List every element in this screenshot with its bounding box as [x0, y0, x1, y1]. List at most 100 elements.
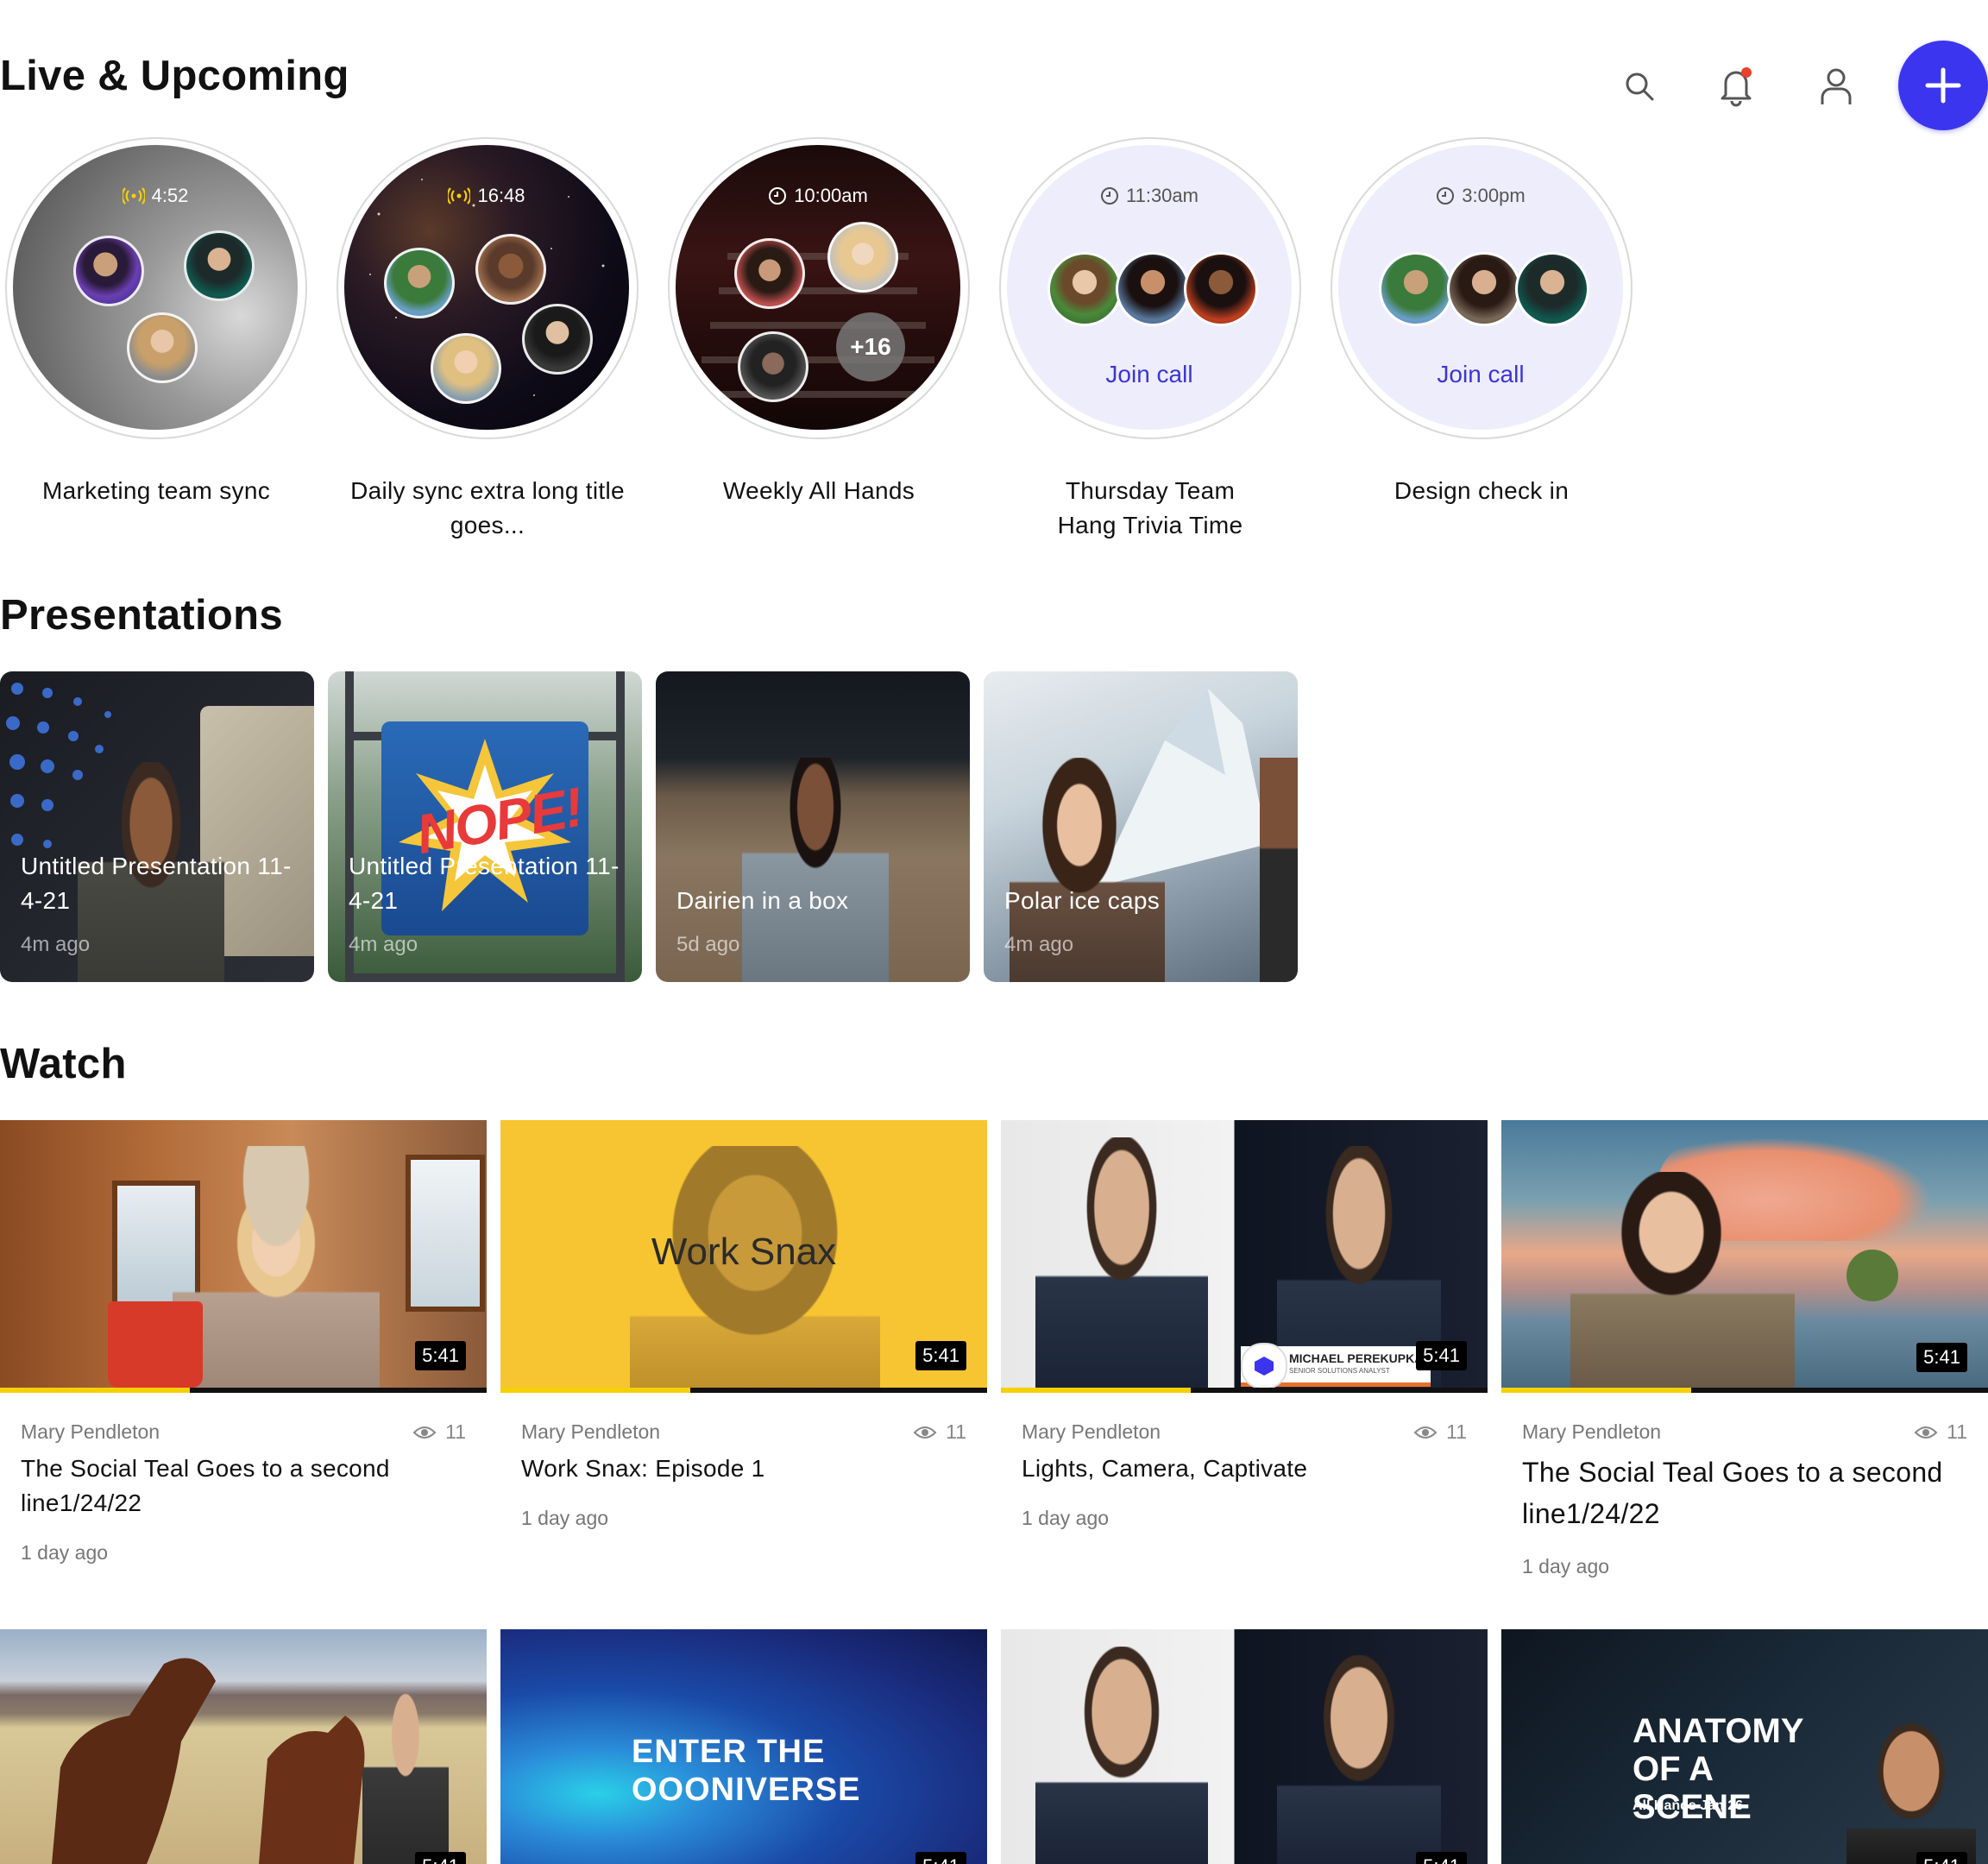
- window-graphic: [406, 1155, 485, 1312]
- participant-avatar: [73, 236, 144, 306]
- call-start-time: 3:00pm: [1462, 185, 1526, 206]
- banner-text: ENTER THE OOONIVERSE: [632, 1734, 861, 1808]
- video-title[interactable]: Work Snax: Episode 1: [521, 1452, 970, 1486]
- video-card[interactable]: Work Snax 5:41 Mary Pendleton 11 Work Sn…: [500, 1120, 987, 1534]
- presenter-photo: [1260, 758, 1298, 982]
- video-author: Mary Pendleton: [1022, 1420, 1161, 1443]
- presentation-time: 4m ago: [21, 933, 91, 956]
- view-count: 11: [1446, 1420, 1467, 1443]
- section-title-live: Live & Upcoming: [0, 53, 349, 99]
- participant-avatar: [734, 238, 805, 309]
- call-start-time: 10:00am: [794, 185, 868, 206]
- call-thumbnail: 4:52: [13, 145, 298, 430]
- notifications-button[interactable]: [1712, 62, 1760, 110]
- video-thumbnail[interactable]: ENTER THE OOONIVERSE 5:41: [500, 1629, 987, 1864]
- video-thumbnail[interactable]: 5:41: [0, 1629, 487, 1864]
- presentation-card[interactable]: Polar ice caps 4m ago: [984, 671, 1298, 982]
- section-title-presentations: Presentations: [0, 592, 283, 639]
- participant-avatar: [827, 222, 898, 293]
- participant-avatar: [1447, 252, 1521, 326]
- presentation-card[interactable]: NOPE! Untitled Presentation 11-4-21 4m a…: [328, 671, 642, 982]
- video-duration: 5:41: [415, 1341, 466, 1370]
- call-label: Weekly All Hands: [722, 477, 915, 504]
- video-title[interactable]: The Social Teal Goes to a second line1/2…: [21, 1452, 469, 1521]
- call-timer: 16:48: [477, 185, 525, 206]
- video-author: Mary Pendleton: [21, 1420, 160, 1443]
- participant-avatar: [431, 333, 501, 404]
- presenter-photo: [362, 1690, 449, 1864]
- more-participants-badge: +16: [836, 312, 905, 381]
- live-signal-icon: [448, 187, 471, 205]
- presenter-photo: [173, 1146, 380, 1388]
- join-call-button[interactable]: Join call: [1007, 361, 1292, 388]
- video-duration: 5:41: [1416, 1341, 1467, 1370]
- participant-avatar: [738, 331, 808, 402]
- logo-icon: [1241, 1343, 1287, 1388]
- work-snax-text: Work Snax: [651, 1231, 837, 1273]
- video-card[interactable]: 5:41 Mary Pendleton 11 The Social Teal G…: [0, 1120, 487, 1569]
- video-card[interactable]: 5:41: [0, 1629, 487, 1864]
- video-thumbnail[interactable]: 5:41: [0, 1120, 487, 1388]
- presentation-card[interactable]: Dairien in a box 5d ago: [656, 671, 970, 982]
- video-author: Mary Pendleton: [1522, 1420, 1662, 1443]
- video-title[interactable]: The Social Teal Goes to a second line1/2…: [1522, 1452, 1971, 1534]
- clock-icon: [1437, 187, 1455, 205]
- call-label: Daily sync extra long title goes...: [350, 477, 625, 538]
- presentation-title: Untitled Presentation 11-4-21: [21, 853, 292, 914]
- call-label: Marketing team sync: [41, 477, 271, 504]
- progress-fill: [1501, 1388, 1691, 1393]
- search-button[interactable]: [1615, 62, 1664, 110]
- video-duration: 5:41: [415, 1852, 466, 1864]
- video-thumbnail[interactable]: ANATOMY OF A SCENE All Hands Jan 26 5:41: [1501, 1629, 1988, 1864]
- join-call-button[interactable]: Join call: [1338, 361, 1623, 388]
- eye-icon: [913, 1426, 937, 1439]
- eye-icon: [1914, 1426, 1938, 1439]
- video-card[interactable]: 5:41: [1001, 1629, 1488, 1864]
- participant-avatar: [1047, 252, 1122, 326]
- bell-icon: [1721, 67, 1752, 107]
- video-card[interactable]: ANATOMY OF A SCENE All Hands Jan 26 5:41: [1501, 1629, 1988, 1864]
- video-title[interactable]: Lights, Camera, Captivate: [1022, 1452, 1470, 1486]
- view-count: 11: [1947, 1420, 1967, 1443]
- call-thumbnail: 16:48: [344, 145, 629, 430]
- presentation-title: Dairien in a box: [676, 887, 849, 914]
- call-label: Thursday Team Hang Trivia Time: [1057, 477, 1243, 538]
- live-signal-icon: [122, 187, 145, 205]
- banner-subtext: All Hands Jan 26: [1633, 1798, 1744, 1813]
- lower-third-role: SENIOR SOLUTIONS ANALYST: [1289, 1367, 1390, 1375]
- progress-fill: [0, 1388, 190, 1393]
- video-thumbnail[interactable]: MICHAEL PEREKUPKA SENIOR SOLUTIONS ANALY…: [1001, 1120, 1488, 1388]
- participant-avatar: [1515, 252, 1589, 326]
- video-card[interactable]: 5:41 Mary Pendleton 11 The Social Teal G…: [1501, 1120, 1988, 1586]
- presentation-card[interactable]: Untitled Presentation 11-4-21 4m ago: [0, 671, 314, 982]
- presentation-time: 4m ago: [349, 933, 418, 956]
- video-duration: 5:41: [915, 1852, 966, 1864]
- view-count: 11: [946, 1420, 966, 1443]
- tree-graphic: [1846, 1250, 1898, 1301]
- presentation-time: 4m ago: [1004, 933, 1074, 956]
- profile-button[interactable]: [1812, 62, 1860, 110]
- create-button[interactable]: [1898, 41, 1988, 130]
- video-duration: 5:41: [915, 1341, 966, 1370]
- video-duration: 5:41: [1916, 1343, 1967, 1372]
- video-thumbnail[interactable]: 5:41: [1001, 1629, 1488, 1864]
- presenter-photo: [1570, 1172, 1795, 1388]
- presenter-photo: [1277, 1655, 1441, 1864]
- presenter-photo: [1846, 1719, 1976, 1864]
- presenter-photo: [1035, 1647, 1208, 1864]
- call-thumbnail: 10:00am +16: [676, 145, 960, 430]
- eye-icon: [412, 1426, 437, 1439]
- call-timer: 4:52: [151, 185, 189, 206]
- clock-icon: [1101, 187, 1118, 205]
- section-title-watch: Watch: [0, 1041, 127, 1087]
- video-time: 1 day ago: [21, 1541, 109, 1564]
- video-thumbnail[interactable]: Work Snax 5:41: [500, 1120, 987, 1388]
- view-count: 11: [445, 1420, 466, 1443]
- participant-avatar: [1184, 252, 1258, 326]
- video-card[interactable]: ENTER THE OOONIVERSE 5:41: [500, 1629, 987, 1864]
- call-start-time: 11:30am: [1126, 185, 1198, 206]
- participant-avatar: [384, 248, 455, 318]
- participant-avatar: [127, 312, 198, 383]
- video-thumbnail[interactable]: 5:41: [1501, 1120, 1988, 1388]
- video-card[interactable]: MICHAEL PEREKUPKA SENIOR SOLUTIONS ANALY…: [1001, 1120, 1488, 1534]
